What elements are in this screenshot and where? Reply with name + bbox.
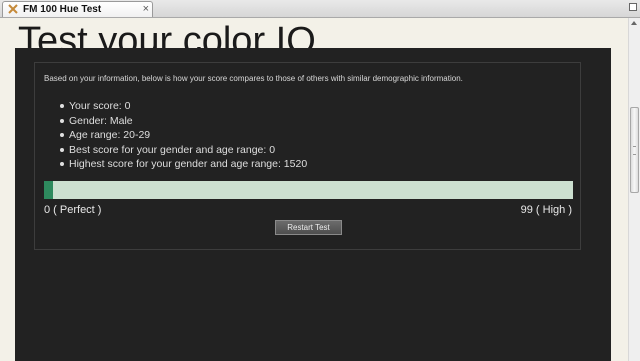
stat-gender: Gender: Male xyxy=(60,114,307,129)
scroll-grip-icon xyxy=(633,146,636,155)
vertical-scrollbar[interactable] xyxy=(628,18,640,361)
page-icon xyxy=(8,4,18,14)
tab-fm-100-hue-test[interactable]: FM 100 Hue Test × xyxy=(2,1,153,17)
scroll-up-arrow-icon[interactable] xyxy=(631,21,637,25)
scale-max-label: 99 ( High ) xyxy=(520,204,572,216)
page-viewport: Test your color IQ Based on your informa… xyxy=(0,18,628,361)
results-intro: Based on your information, below is how … xyxy=(44,74,463,83)
stats-list: Your score: 0 Gender: Male Age range: 20… xyxy=(60,99,307,172)
tab-close-icon[interactable]: × xyxy=(143,2,149,16)
score-bar xyxy=(44,181,573,199)
scale-min-label: 0 ( Perfect ) xyxy=(44,204,102,216)
score-bar-fill xyxy=(44,181,53,199)
stat-highest-score: Highest score for your gender and age ra… xyxy=(60,157,307,172)
scroll-thumb[interactable] xyxy=(630,107,639,193)
content-panel: Based on your information, below is how … xyxy=(15,48,611,361)
stat-your-score: Your score: 0 xyxy=(60,99,307,114)
tab-title: FM 100 Hue Test xyxy=(23,4,102,15)
results-box: Based on your information, below is how … xyxy=(34,62,581,250)
stat-best-score: Best score for your gender and age range… xyxy=(60,143,307,158)
stat-age-range: Age range: 20-29 xyxy=(60,128,307,143)
maximize-icon[interactable] xyxy=(629,3,637,11)
browser-window: FM 100 Hue Test × Test your color IQ Bas… xyxy=(0,0,640,361)
restart-test-button[interactable]: Restart Test xyxy=(275,220,342,235)
tab-bar: FM 100 Hue Test × xyxy=(0,0,640,18)
